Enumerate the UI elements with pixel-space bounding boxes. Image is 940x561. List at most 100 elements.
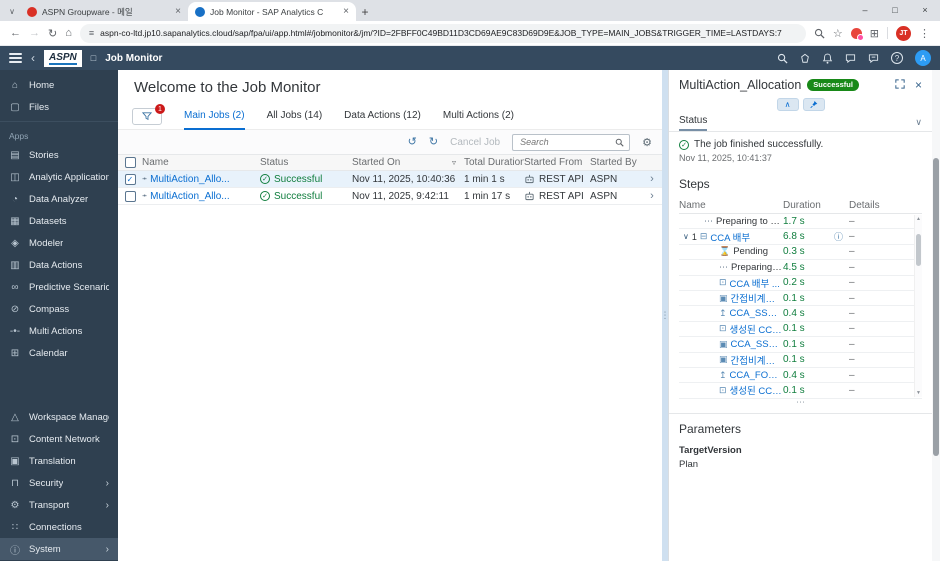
step-row[interactable]: ▣ 간접비계획 ... 0.1 s – <box>679 291 922 307</box>
column-header-name[interactable]: Name <box>142 157 260 168</box>
sidebar-item-home[interactable]: ⌂ Home <box>0 74 118 96</box>
step-row[interactable]: ⊡ 생성된 CCA... 0.1 s – <box>679 322 922 338</box>
tab-data-actions-12[interactable]: Data Actions (12) <box>344 104 421 130</box>
column-header-status[interactable]: Status <box>260 157 352 168</box>
sidebar-item-data-analyzer[interactable]: ◔ Data Analyzer <box>0 188 118 210</box>
sidebar-item-transport[interactable]: ⚙ Transport › <box>0 494 118 516</box>
info-icon[interactable]: ⓘ <box>834 230 843 243</box>
search-field[interactable] <box>512 133 631 151</box>
close-window-button[interactable]: × <box>910 0 940 20</box>
chevron-down-icon[interactable]: ∨ <box>915 117 922 131</box>
step-name-link[interactable]: 생성된 CCA... <box>730 322 783 336</box>
sidebar-item-datasets[interactable]: ▦ Datasets <box>0 210 118 232</box>
collapse-icon[interactable]: ∧ <box>776 98 799 111</box>
step-row[interactable]: ⋯ Preparing to run 1.7 s – <box>679 214 922 230</box>
search-icon[interactable] <box>777 53 788 64</box>
insights-icon[interactable] <box>800 53 810 64</box>
sidebar-item-modeler[interactable]: ◈ Modeler <box>0 232 118 254</box>
tab-multi-actions-2[interactable]: Multi Actions (2) <box>443 104 514 130</box>
step-name-link[interactable]: 생성된 CCA... <box>730 383 783 397</box>
browser-menu-icon[interactable]: ⋮ <box>919 27 930 40</box>
row-checkbox[interactable] <box>124 190 136 202</box>
step-row[interactable]: ⋯ Preparing t... 4.5 s – <box>679 260 922 276</box>
column-filter-icon[interactable]: ▿ <box>452 158 456 167</box>
hamburger-menu-icon[interactable] <box>9 51 22 65</box>
reload-icon[interactable]: ↻ <box>48 27 57 40</box>
page-scrollbar-thumb[interactable] <box>933 158 939 456</box>
step-row[interactable]: ▣ 간접비계획 ... 0.1 s – <box>679 353 922 368</box>
step-name-link[interactable]: CCA_SSU t... <box>731 339 783 350</box>
browser-tab-groupware[interactable]: ASPN Groupware - 메일 × <box>20 2 188 21</box>
sidebar-item-calendar[interactable]: ⊞ Calendar <box>0 342 118 364</box>
help-icon[interactable]: ? <box>891 52 903 64</box>
minimize-button[interactable]: – <box>850 0 880 20</box>
sidebar-item-analytic-applications[interactable]: ◫ Analytic Applications <box>0 166 118 188</box>
sidebar-item-multi-actions[interactable]: -•- Multi Actions <box>0 320 118 342</box>
status-section-header[interactable]: Status ∨ <box>669 113 932 132</box>
row-detail-chevron-icon[interactable]: › <box>642 190 662 202</box>
site-settings-icon[interactable]: ≡ <box>89 28 94 38</box>
tab-search-button[interactable]: ∨ <box>4 2 20 21</box>
step-name-link[interactable]: CCA_SSU ... <box>730 308 783 319</box>
step-row[interactable]: ∨ 1 ⊟ CCA 배부 6.8 s ⓘ – <box>679 229 922 245</box>
column-header-started-from[interactable]: Started From <box>524 157 590 168</box>
step-row[interactable]: ⊡ CCA 배부 ... 0.2 s – <box>679 276 922 291</box>
notifications-bell-icon[interactable] <box>822 53 833 64</box>
sidebar-item-connections[interactable]: ∷ Connections <box>0 516 118 538</box>
user-avatar[interactable]: A <box>915 50 931 66</box>
sidebar-item-compass[interactable]: ⊘ Compass <box>0 298 118 320</box>
expand-panel-icon[interactable] <box>895 78 905 92</box>
column-header-started-on[interactable]: Started On ▿ <box>352 157 464 168</box>
job-table-row[interactable]: ✓ -•- MultiAction_Allo... ✓ Successful Nov 11… <box>118 171 662 188</box>
page-scrollbar[interactable] <box>932 70 940 561</box>
row-detail-chevron-icon[interactable]: › <box>642 173 662 185</box>
sidebar-item-translation[interactable]: ▣ Translation <box>0 450 118 472</box>
column-header-started-by[interactable]: Started By <box>590 157 642 168</box>
feedback-chat-icon[interactable] <box>868 53 879 64</box>
search-icon[interactable] <box>615 138 624 147</box>
discussions-icon[interactable] <box>845 53 856 64</box>
close-panel-icon[interactable]: × <box>915 78 922 92</box>
step-row[interactable]: ▣ CCA_SSU t... 0.1 s – <box>679 337 922 353</box>
job-name-link[interactable]: MultiAction_Allo... <box>150 191 229 202</box>
sidebar-item-content-network[interactable]: ⊡ Content Network <box>0 428 118 450</box>
row-checkbox[interactable]: ✓ <box>124 173 136 185</box>
step-name-link[interactable]: CCA 배부 <box>710 230 750 244</box>
sidebar-item-stories[interactable]: ▤ Stories <box>0 144 118 166</box>
tab-all-jobs-14[interactable]: All Jobs (14) <box>267 104 323 130</box>
sidebar-item-predictive-scenarios[interactable]: ∞ Predictive Scenarios <box>0 276 118 298</box>
step-name-link[interactable]: 간접비계획 ... <box>731 291 783 305</box>
home-icon[interactable]: ⌂ <box>65 27 72 39</box>
extension-icon[interactable] <box>850 27 864 41</box>
extensions-puzzle-icon[interactable]: ⊞ <box>870 27 879 40</box>
column-header-total-duration[interactable]: Total Duration <box>464 157 524 168</box>
step-row[interactable]: ⌛ Pending 0.3 s – <box>679 245 922 261</box>
close-icon[interactable]: × <box>175 6 181 17</box>
table-settings-gear-icon[interactable]: ⚙ <box>642 136 652 149</box>
step-row[interactable]: ↥ CCA_SSU ... 0.4 s – <box>679 306 922 322</box>
select-all-checkbox[interactable] <box>124 157 136 168</box>
collapse-expander-icon[interactable]: ∨ <box>683 232 689 241</box>
cancel-job-button[interactable]: Cancel Job <box>450 137 500 148</box>
scroll-up-icon[interactable]: ▲ <box>916 216 921 222</box>
job-name-link[interactable]: MultiAction_Allo... <box>150 174 229 185</box>
search-input[interactable] <box>518 136 612 148</box>
forward-icon[interactable]: → <box>29 27 40 39</box>
sidebar-item-workspace-management[interactable]: △ Workspace Management <box>0 406 118 428</box>
scrollbar-thumb[interactable] <box>916 234 921 266</box>
pin-icon[interactable] <box>802 98 825 111</box>
job-table-row[interactable]: -•- MultiAction_Allo... ✓ Successful Nov 11,… <box>118 188 662 205</box>
steps-scrollbar[interactable]: ▲ ▼ <box>914 215 922 397</box>
address-bar[interactable]: ≡ aspn-co-ltd.jp10.sapanalytics.cloud/sa… <box>79 23 806 43</box>
step-name-link[interactable]: 간접비계획 ... <box>731 353 783 367</box>
sidebar-item-security[interactable]: ⊓ Security › <box>0 472 118 494</box>
step-name-link[interactable]: CCA 배부 ... <box>730 276 780 290</box>
new-tab-button[interactable]: + <box>356 2 374 21</box>
tab-main-jobs-2[interactable]: Main Jobs (2) <box>184 104 245 130</box>
step-name-link[interactable]: CCA_FOO... <box>730 370 783 381</box>
sidebar-item-data-actions[interactable]: ▥ Data Actions <box>0 254 118 276</box>
restore-button[interactable]: □ <box>880 0 910 20</box>
table-resize-grip[interactable]: ⋯ <box>679 397 922 409</box>
bookmark-star-icon[interactable]: ☆ <box>833 27 843 40</box>
step-row[interactable]: ↥ CCA_FOO... 0.4 s – <box>679 368 922 384</box>
